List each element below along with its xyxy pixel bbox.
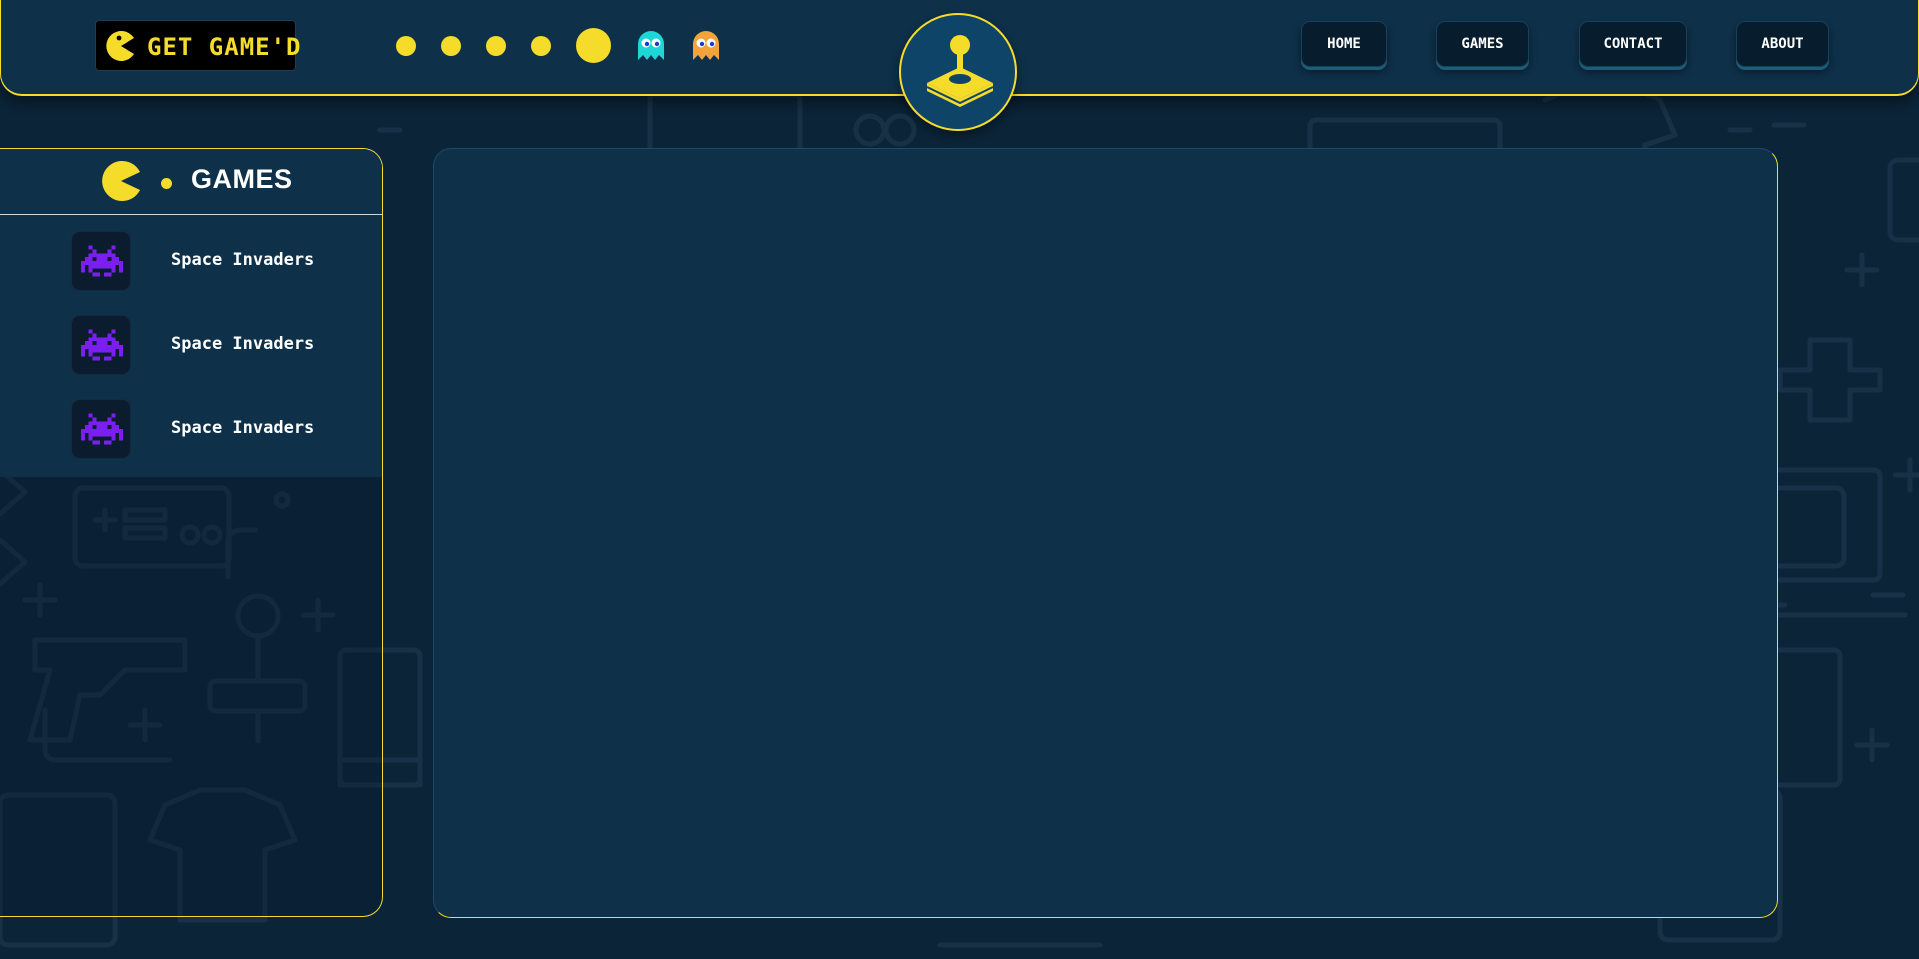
pacman-icon: [102, 161, 140, 201]
joystick-badge[interactable]: [899, 13, 1017, 131]
pellet-icon: [486, 36, 506, 56]
brand-logo[interactable]: GET GAME'D: [95, 20, 301, 71]
joystick-icon: [926, 35, 994, 107]
sidebar-title: GAMES: [191, 164, 293, 194]
pellet-icon: [396, 36, 416, 56]
game-thumb: [71, 399, 131, 459]
game-title: Space Invaders: [171, 250, 315, 270]
nav-about-button[interactable]: ABOUT: [1736, 21, 1829, 67]
nav-games-button[interactable]: GAMES: [1436, 21, 1529, 67]
game-item-space-invaders[interactable]: Space Invaders: [0, 223, 382, 307]
games-sidebar: GAMES Space Invaders Space Invaders Spac…: [0, 148, 383, 917]
game-thumb: [71, 315, 131, 375]
game-item-space-invaders[interactable]: Space Invaders: [0, 391, 382, 475]
space-invader-icon: [81, 413, 123, 445]
game-title: Space Invaders: [171, 334, 315, 354]
ghost-orange-icon: [693, 31, 719, 60]
game-thumb: [71, 231, 131, 291]
game-item-space-invaders[interactable]: Space Invaders: [0, 307, 382, 391]
pellet-icon: [531, 36, 551, 56]
space-invader-icon: [81, 329, 123, 361]
brand-name: GET GAME'D: [147, 33, 302, 61]
game-title: Space Invaders: [171, 418, 315, 438]
nav-home-button[interactable]: HOME: [1301, 21, 1387, 67]
game-list: Space Invaders Space Invaders Space Inva…: [0, 215, 382, 477]
sidebar-header: GAMES: [0, 149, 382, 215]
power-pellet-icon: [576, 28, 611, 63]
pacman-icon: [106, 31, 134, 61]
space-invader-icon: [81, 245, 123, 277]
nav-contact-button[interactable]: CONTACT: [1579, 21, 1687, 67]
pellet-icon: [161, 178, 172, 189]
pellet-icon: [441, 36, 461, 56]
ghost-cyan-icon: [638, 31, 664, 60]
game-display-panel: [433, 148, 1778, 918]
